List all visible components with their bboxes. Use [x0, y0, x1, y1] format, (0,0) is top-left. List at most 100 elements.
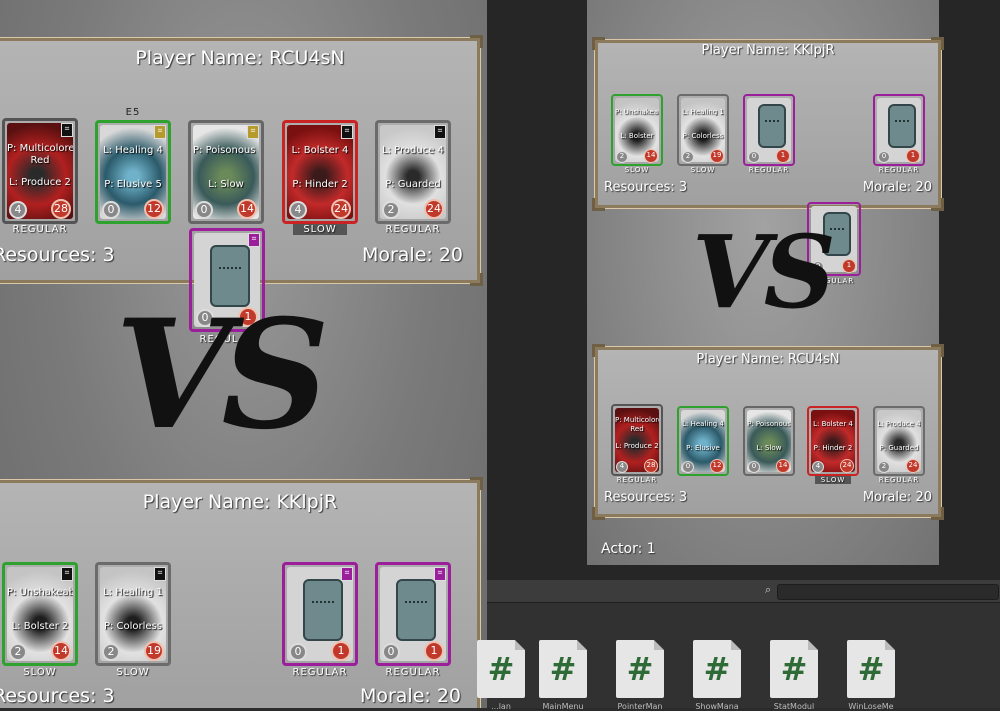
card-speed-tag: REGULAR	[878, 166, 920, 174]
resources-label: Resources: 3	[0, 685, 115, 707]
asset-label: MainMenu	[542, 702, 584, 711]
robot-portrait-icon	[888, 104, 916, 148]
hand-card[interactable]: ⌗ 0 1 REGULAR	[282, 562, 358, 678]
card-morale: 24	[906, 459, 920, 473]
card-ability-1b: Red	[30, 155, 50, 166]
morale-label: Morale: 20	[862, 490, 932, 505]
card-ability-2: L: Bolster	[620, 132, 654, 140]
card-morale: 24	[840, 459, 854, 473]
hand-card[interactable]: 0 1 REGULAR	[873, 94, 925, 174]
card-speed-tag: REGULAR	[616, 476, 658, 484]
search-input[interactable]	[777, 584, 999, 600]
card-morale: 1	[906, 149, 920, 163]
card-ability-2: P: Colorless	[103, 621, 163, 632]
card-cost: 0	[682, 461, 694, 473]
search-icon: ⌕	[765, 583, 772, 596]
card-ability-1: P: Unshakeable	[7, 587, 73, 598]
robot-portrait-icon	[303, 579, 343, 641]
card-cost: 2	[9, 643, 27, 661]
card-speed-tag: REGULAR	[12, 224, 68, 235]
card-cost: 4	[9, 201, 27, 219]
card-speed-tag: SLOW	[293, 224, 347, 235]
hand-card[interactable]: ⌗ L: Healing 1 P: Colorless 2 19 SLOW	[95, 562, 171, 678]
player-name-label: Player Name: RCU4sN	[135, 47, 345, 69]
card-morale: 14	[776, 459, 790, 473]
card-ability-1: P: Poisonous	[747, 420, 791, 428]
hand-card[interactable]: ⌗ L: Healing 4 P: Elusive 5 0 12 E5	[95, 107, 171, 224]
script-asset-icon[interactable]: #	[616, 640, 664, 698]
card-morale: 28	[644, 459, 658, 473]
card-cost: 0	[195, 201, 213, 219]
card-morale: 12	[710, 459, 724, 473]
card-type-icon: ⌗	[61, 567, 73, 581]
asset-label: StatModul	[773, 702, 815, 711]
panel-corner	[931, 198, 944, 211]
card-cost: 2	[878, 461, 890, 473]
resources-label: Resources: 3	[604, 180, 688, 195]
card-status-badge: E5	[125, 107, 141, 118]
card-ability-2: L: Slow	[756, 444, 782, 452]
hand-card[interactable]: ⌗ P: Multicolored Red L: Produce 2 4 28 …	[2, 118, 78, 235]
game-view-right: Player Name: KKlpjR Resources: 3 Morale:…	[487, 0, 1000, 580]
card-ability-2: L: Produce 2	[615, 442, 659, 450]
card-ability-2: L: Produce 2	[9, 177, 71, 188]
card-type-icon: ⌗	[341, 125, 353, 139]
card-ability-2: P: Elusive	[686, 444, 720, 452]
hand-card[interactable]: P: Multicolored Red L: Produce 2 4 28 RE…	[611, 404, 663, 484]
card-speed-tag: SLOW	[23, 667, 57, 678]
hand-card[interactable]: ⌗ L: Produce 4 P: Guarded 2 24 REGULAR	[375, 120, 451, 235]
card-cost: 0	[289, 643, 307, 661]
card-morale: 14	[237, 199, 257, 219]
hand-card[interactable]: ⌗ P: Unshakeable L: Bolster 2 2 14 SLOW	[2, 562, 78, 678]
card-ability-2: L: Slow	[208, 179, 244, 190]
player-name-label: Player Name: KKlpjR	[701, 43, 835, 58]
hand-card[interactable]: 0 1 REGULAR	[743, 94, 795, 174]
script-asset-icon[interactable]: #	[847, 640, 895, 698]
panel-corner	[592, 507, 605, 520]
card-morale: 14	[644, 149, 658, 163]
card-ability-1: L: Bolster 4	[813, 420, 853, 428]
hand-card[interactable]: L: Bolster 4 P: Hinder 2 4 24 SLOW	[807, 406, 859, 484]
card-type-icon: ⌗	[61, 123, 73, 137]
hand-card[interactable]: L: Healing 1 P: Colorless 2 19 SLOW	[677, 94, 729, 174]
morale-label: Morale: 20	[862, 180, 932, 195]
script-asset-icon[interactable]: #	[539, 640, 587, 698]
hand-card[interactable]: ⌗ P: Poisonous 2 L: Slow 0 14	[188, 120, 264, 224]
asset-label: WinLoseMe	[848, 702, 894, 711]
card-ability-1: P: Multicolored	[7, 143, 73, 154]
card-speed-tag: REGULAR	[748, 166, 790, 174]
card-cost: 4	[289, 201, 307, 219]
hand-card[interactable]: L: Healing 4 P: Elusive 0 12	[677, 406, 729, 476]
script-asset-icon[interactable]: #	[693, 640, 741, 698]
card-morale: 24	[424, 199, 444, 219]
hand-card[interactable]: ⌗ 0 1 REGULAR	[375, 562, 451, 678]
card-speed-tag: REGULAR	[878, 476, 920, 484]
script-asset-icon[interactable]: #	[770, 640, 818, 698]
card-morale: 12	[144, 199, 164, 219]
card-speed-tag: SLOW	[116, 667, 150, 678]
versus-label: VS	[692, 213, 836, 331]
project-panel: ⌕ # ...lan # MainMenu # PointerMan # Sho…	[477, 580, 1000, 711]
card-cost: 0	[878, 151, 890, 163]
card-ability-1: L: Produce 4	[382, 145, 444, 156]
hand-card[interactable]: P: Poisonous L: Slow 0 14	[743, 406, 795, 476]
card-cost: 0	[102, 201, 120, 219]
robot-portrait-icon	[758, 104, 786, 148]
card-cost: 4	[812, 461, 824, 473]
script-asset-icon[interactable]: #	[477, 640, 525, 698]
card-ability-1: L: Healing 1	[103, 587, 163, 598]
card-ability-2: L: Bolster 2	[11, 621, 69, 632]
card-speed-tag: SLOW	[815, 476, 851, 484]
hand-card[interactable]: L: Produce 4 P: Guarded 2 24 REGULAR	[873, 406, 925, 484]
card-cost: 0	[382, 643, 400, 661]
hand-card[interactable]: ⌗ L: Bolster 4 P: Hinder 2 4 24 SLOW	[282, 120, 358, 235]
card-type-icon: ⌗	[341, 567, 353, 581]
hand-card[interactable]: P: Unshakeable L: Bolster 2 14 SLOW	[611, 94, 663, 174]
card-cost: 4	[616, 461, 628, 473]
card-ability-2: P: Hinder 2	[292, 179, 348, 190]
resources-label: Resources: 3	[604, 490, 688, 505]
game-view-left: Player Name: RCU4sN Resources: 3 Morale:…	[0, 0, 487, 708]
card-ability-2: P: Colorless	[682, 132, 724, 140]
actor-label: Actor: 1	[601, 541, 656, 557]
panel-corner	[592, 198, 605, 211]
